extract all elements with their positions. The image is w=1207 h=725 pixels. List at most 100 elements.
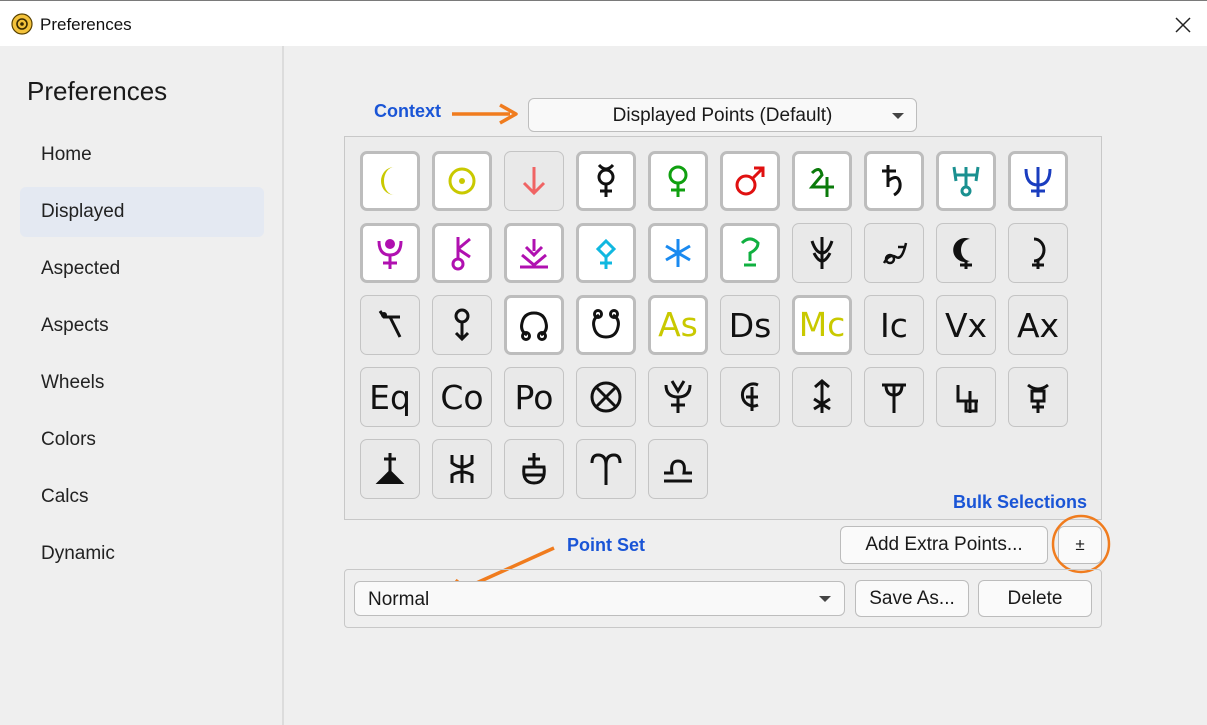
point-toggle-fortune[interactable]: [360, 295, 420, 355]
sidebar-item-colors[interactable]: Colors: [20, 415, 264, 465]
ceres-icon: [810, 237, 834, 269]
sidebar-item-wheels[interactable]: Wheels: [20, 358, 264, 408]
part-of-fortune-icon: [590, 381, 622, 413]
point-label-ax: Ax: [1016, 306, 1060, 345]
sidebar-item-calcs[interactable]: Calcs: [20, 472, 264, 522]
mercury-icon: [597, 163, 615, 197]
point-toggle-ds[interactable]: Ds: [720, 295, 780, 355]
transpluto-icon: [522, 453, 546, 485]
highlight-circle-icon: [1051, 514, 1111, 574]
moon-icon: [381, 167, 394, 195]
window-title: Preferences: [40, 15, 132, 34]
chevron-down-icon: [819, 596, 831, 602]
point-toggle-part-of-fortune[interactable]: [576, 367, 636, 427]
vulkanus-icon: [1027, 383, 1049, 413]
chevron-down-icon: [892, 113, 904, 119]
apollon-icon: [882, 383, 906, 413]
point-toggle-apollon[interactable]: [864, 367, 924, 427]
save-as-button[interactable]: Save As...: [855, 580, 969, 617]
point-toggle-venus[interactable]: [648, 151, 708, 211]
point-toggle-vertex-point[interactable]: [432, 295, 492, 355]
point-toggle-neptune[interactable]: [1008, 151, 1068, 211]
down-arrow-icon: [522, 167, 546, 196]
point-toggle-co[interactable]: Co: [432, 367, 492, 427]
fortune-icon: [378, 310, 402, 338]
point-toggle-mercury[interactable]: [576, 151, 636, 211]
point-toggle-south-node[interactable]: [576, 295, 636, 355]
point-toggle-ax[interactable]: Ax: [1008, 295, 1068, 355]
context-dropdown-value: Displayed Points (Default): [612, 105, 833, 126]
saturn-icon: [882, 165, 902, 197]
context-annotation: Context: [374, 101, 441, 121]
point-toggle-mars[interactable]: [720, 151, 780, 211]
hades-icon: [664, 380, 692, 413]
point-toggle-lilith[interactable]: [1008, 223, 1068, 283]
point-toggle-pluto[interactable]: [360, 223, 420, 283]
point-toggle-as[interactable]: As: [648, 295, 708, 355]
point-toggle-ceres[interactable]: [792, 223, 852, 283]
add-extra-points-button[interactable]: Add Extra Points...: [840, 526, 1048, 564]
point-set-annotation: Point Set: [567, 535, 646, 555]
point-toggle-ic[interactable]: Ic: [864, 295, 924, 355]
point-toggle-admetos[interactable]: [936, 367, 996, 427]
point-set-dropdown[interactable]: Normal: [354, 581, 845, 616]
point-label-vx: Vx: [944, 306, 988, 345]
point-label-ds: Ds: [728, 306, 772, 345]
point-toggle-mc[interactable]: Mc: [792, 295, 852, 355]
point-toggle-pholus[interactable]: [864, 223, 924, 283]
context-dropdown[interactable]: Displayed Points (Default): [528, 98, 917, 132]
lilith-icon: [1032, 237, 1046, 269]
delete-button[interactable]: Delete: [978, 580, 1092, 617]
point-toggle-vulkanus[interactable]: [1008, 367, 1068, 427]
point-toggle-transpluto[interactable]: [504, 439, 564, 499]
point-toggle-vesta[interactable]: [720, 223, 780, 283]
point-toggle-poseidon[interactable]: [360, 439, 420, 499]
point-toggle-uranus[interactable]: [936, 151, 996, 211]
point-toggle-sun[interactable]: [432, 151, 492, 211]
point-label-po: Po: [514, 378, 554, 417]
uranus-icon: [952, 166, 980, 197]
point-toggle-kronos[interactable]: [792, 367, 852, 427]
point-label-as: As: [658, 305, 698, 344]
sidebar-item-aspected[interactable]: Aspected: [20, 244, 264, 294]
sidebar-item-displayed[interactable]: Displayed: [20, 187, 264, 237]
kronos-icon: [813, 379, 831, 413]
point-toggle-north-node[interactable]: [504, 295, 564, 355]
point-toggle-chiron[interactable]: [432, 223, 492, 283]
cupido-icon: [740, 382, 759, 411]
aries-icon: [590, 453, 622, 485]
sidebar-item-aspects[interactable]: Aspects: [20, 301, 264, 351]
close-icon[interactable]: [1170, 13, 1196, 37]
juno-icon: [665, 239, 691, 267]
point-toggle-libra[interactable]: [648, 439, 708, 499]
point-toggle-zeus[interactable]: [432, 439, 492, 499]
point-toggle-down-arrow[interactable]: [504, 151, 564, 211]
vesta-icon: [740, 237, 760, 267]
vertex-point-icon: [454, 308, 470, 342]
point-toggle-eq[interactable]: Eq: [360, 367, 420, 427]
point-toggle-moon[interactable]: [360, 151, 420, 211]
point-toggle-po[interactable]: Po: [504, 367, 564, 427]
title-bar: Preferences: [0, 0, 1207, 46]
point-toggle-hades[interactable]: [648, 367, 708, 427]
pluto-icon: [377, 239, 403, 269]
poseidon-icon: [375, 453, 405, 484]
point-label-ic: Ic: [880, 306, 908, 345]
point-label-eq: Eq: [369, 378, 411, 417]
point-toggle-saturn[interactable]: [864, 151, 924, 211]
point-toggle-aries[interactable]: [576, 439, 636, 499]
sidebar-item-dynamic[interactable]: Dynamic: [20, 529, 264, 579]
point-toggle-juno[interactable]: [648, 223, 708, 283]
point-toggle-pluto-alt[interactable]: [504, 223, 564, 283]
point-toggle-jupiter[interactable]: [792, 151, 852, 211]
zeus-icon: [450, 455, 474, 483]
point-toggle-cupido[interactable]: [720, 367, 780, 427]
admetos-icon: [956, 385, 978, 413]
point-label-mc: Mc: [798, 305, 846, 344]
point-toggle-black-moon[interactable]: [936, 223, 996, 283]
point-toggle-vx[interactable]: Vx: [936, 295, 996, 355]
sidebar-item-home[interactable]: Home: [20, 130, 264, 180]
point-label-co: Co: [440, 378, 484, 417]
point-toggle-pallas[interactable]: [576, 223, 636, 283]
bulk-selections-annotation: Bulk Selections: [953, 492, 1088, 512]
